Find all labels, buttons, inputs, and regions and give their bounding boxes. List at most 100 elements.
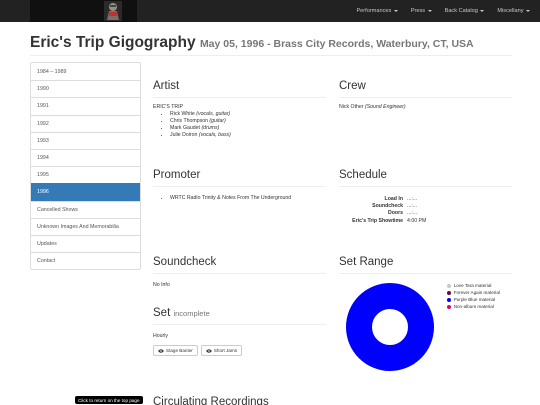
- set-tags: Stage Banter Short Jams: [153, 345, 245, 356]
- crew-heading: Crew: [339, 80, 366, 92]
- schedule-label: Eric's Trip Showtime: [352, 217, 403, 224]
- chevron-down-icon: [526, 10, 530, 12]
- member-role: (guitar): [209, 118, 226, 124]
- chevron-down-icon: [427, 10, 432, 12]
- nav-press-label: Press: [410, 8, 426, 14]
- set-heading: Set incomplete: [153, 307, 210, 320]
- member-role: (vocals, bass): [198, 132, 231, 138]
- schedule-row: Load In...:...: [339, 195, 426, 202]
- schedule-value: 4:00 PM: [407, 217, 427, 224]
- crew-role: (Sound Engineer): [364, 104, 406, 110]
- back-to-top-tooltip[interactable]: Click to return on the top page: [75, 396, 143, 404]
- sidebar-item-1994[interactable]: 1994: [31, 148, 140, 166]
- member-name: Rick White: [170, 111, 195, 117]
- circulating-recordings-heading: Circulating Recordings: [153, 396, 269, 405]
- legend-label: Purple Blue material: [453, 297, 496, 303]
- list-item: Julie Doiron (vocals, bass): [170, 132, 231, 139]
- set-range-donut-chart: [346, 283, 434, 371]
- legend-item: Non-album material: [447, 304, 504, 310]
- nav-performances-label: Performances: [356, 8, 392, 14]
- eye-icon: [158, 348, 164, 353]
- soundcheck-info: No Info: [153, 282, 170, 288]
- list-item: Mark Gaudet (drums): [170, 125, 231, 132]
- legend-swatch: [447, 283, 452, 288]
- schedule-value: ...:...: [407, 195, 418, 202]
- artist-name: ERIC'S TRIP: [153, 104, 184, 110]
- schedule-value: ...:...: [407, 210, 418, 217]
- nav-miscellany-label: Miscellany: [497, 8, 524, 14]
- nav-menu: Performances Press Back Catalog Miscella…: [343, 0, 530, 22]
- set-range-heading: Set Range: [339, 256, 394, 268]
- schedule-row: Soundcheck...:...: [339, 202, 426, 209]
- sidebar-item-1995[interactable]: 1995: [31, 166, 140, 183]
- short-jams-button[interactable]: Short Jams: [200, 345, 243, 356]
- schedule-label: Load In: [384, 195, 403, 202]
- navbar: Performances Press Back Catalog Miscella…: [0, 0, 540, 22]
- sidebar-item-unknown-images[interactable]: Unknown Images And Memorabilia: [31, 217, 140, 235]
- page-title-text: Eric's Trip Gigography: [30, 34, 196, 51]
- legend-label: Love Tara material: [453, 283, 492, 288]
- schedule-row: Doors...:...: [339, 210, 426, 217]
- set-range-legend: Love Tara material Forever Again materia…: [447, 283, 504, 311]
- promoter-heading: Promoter: [153, 169, 201, 181]
- nav-back-catalog[interactable]: Back Catalog: [445, 8, 485, 14]
- set-status: incomplete: [173, 309, 210, 318]
- member-name: Mark Gaudet: [170, 125, 200, 131]
- page-title: Eric's Trip Gigography May 05, 1996 - Br…: [30, 34, 474, 53]
- brand-logo-area[interactable]: [30, 0, 137, 22]
- sidebar-item-1991[interactable]: 1991: [31, 97, 140, 114]
- chevron-down-icon: [480, 10, 485, 12]
- sidebar-item-1996[interactable]: 1996: [31, 183, 140, 201]
- schedule-table: Load In...:... Soundcheck...:... Doors..…: [339, 195, 426, 225]
- sidebar-item-cancelled-shows[interactable]: Cancelled Shows: [31, 200, 140, 218]
- set-heading-text: Set: [153, 307, 171, 319]
- crew-member: Nick Other (Sound Engineer): [339, 104, 406, 110]
- schedule-label: Soundcheck: [372, 203, 403, 210]
- legend-swatch: [447, 290, 452, 295]
- stage-banter-label: Stage Banter: [166, 348, 193, 353]
- sidebar-item-contact[interactable]: Contact: [31, 252, 140, 269]
- nav-press[interactable]: Press: [411, 8, 432, 14]
- short-jams-label: Short Jams: [213, 348, 238, 353]
- list-item: Rick White (vocals, guitar): [170, 111, 231, 118]
- chevron-down-icon: [393, 10, 398, 12]
- list-item: Chris Thompson (guitar): [170, 118, 231, 125]
- schedule-heading: Schedule: [339, 169, 387, 181]
- member-list: Rick White (vocals, guitar) Chris Thomps…: [170, 111, 231, 139]
- sidebar-item-updates[interactable]: Updates: [31, 234, 140, 252]
- sidebar-item-1992[interactable]: 1992: [31, 114, 140, 132]
- band-logo-icon[interactable]: [104, 1, 122, 21]
- schedule-value: ...:...: [407, 203, 418, 210]
- year-sidebar: 1984 – 1989 1990 1991 1992 1993 1994 199…: [30, 62, 141, 271]
- legend-item: Forever Again material: [447, 290, 504, 296]
- member-name: Julie Doiron: [170, 132, 198, 138]
- sidebar-item-1993[interactable]: 1993: [31, 131, 140, 149]
- page-subtitle: May 05, 1996 - Brass City Records, Water…: [199, 38, 474, 50]
- schedule-row: Eric's Trip Showtime 4:00 PM: [339, 217, 426, 224]
- member-name: Chris Thompson: [170, 118, 208, 124]
- sidebar-item-1990[interactable]: 1990: [31, 80, 140, 97]
- title-divider: [30, 55, 512, 56]
- legend-item: Love Tara material: [447, 283, 504, 289]
- crew-divider: [339, 97, 512, 98]
- schedule-label: Doors: [388, 210, 403, 217]
- crew-name: Nick Other: [339, 104, 364, 110]
- artist-heading: Artist: [153, 80, 180, 92]
- sidebar-item-1984-1989[interactable]: 1984 – 1989: [31, 63, 140, 80]
- legend-swatch: [447, 297, 452, 302]
- set-divider: [153, 324, 326, 325]
- legend-item: Purple Blue material: [447, 297, 504, 303]
- legend-swatch: [447, 304, 452, 309]
- member-role: (vocals, guitar): [196, 111, 231, 117]
- eye-icon: [205, 348, 212, 353]
- nav-miscellany[interactable]: Miscellany: [497, 8, 530, 14]
- legend-label: Non-album material: [453, 304, 494, 310]
- legend-label: Forever Again material: [453, 290, 500, 296]
- stage-banter-button[interactable]: Stage Banter: [153, 345, 198, 356]
- nav-performances[interactable]: Performances: [356, 8, 398, 14]
- promoter-list: WRTC Radio Trinity & Notes From The Unde…: [170, 195, 291, 201]
- schedule-divider: [339, 186, 512, 187]
- promoter-divider: [153, 186, 326, 187]
- set-range-divider: [339, 273, 512, 274]
- nav-back-catalog-label: Back Catalog: [444, 8, 478, 14]
